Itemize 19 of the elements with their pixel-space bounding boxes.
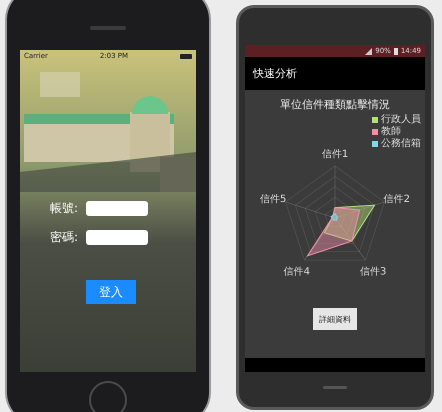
chart-title: 單位信件種類點擊情況 [280, 97, 390, 112]
legend-label: 教師 [381, 126, 401, 137]
battery-icon [394, 48, 398, 54]
input-field[interactable] [86, 230, 148, 245]
field-label: 帳號: [48, 200, 78, 217]
battery-icon [180, 54, 192, 58]
legend-label: 公務信箱 [381, 138, 421, 149]
axis-label: 信件3 [360, 266, 386, 278]
app-title: 快速分析 [253, 66, 297, 81]
axis-label: 信件5 [260, 194, 286, 205]
home-button[interactable] [89, 381, 127, 412]
axis-label: 信件2 [384, 194, 410, 205]
legend-label: 行政人員 [381, 114, 421, 125]
field-label: 密碼: [48, 229, 78, 246]
details-button[interactable]: 詳細資料 [313, 308, 357, 330]
home-bar [323, 386, 347, 389]
axis-label: 信件1 [322, 149, 348, 160]
input-field[interactable] [86, 201, 148, 216]
axis-label: 信件4 [284, 266, 310, 278]
